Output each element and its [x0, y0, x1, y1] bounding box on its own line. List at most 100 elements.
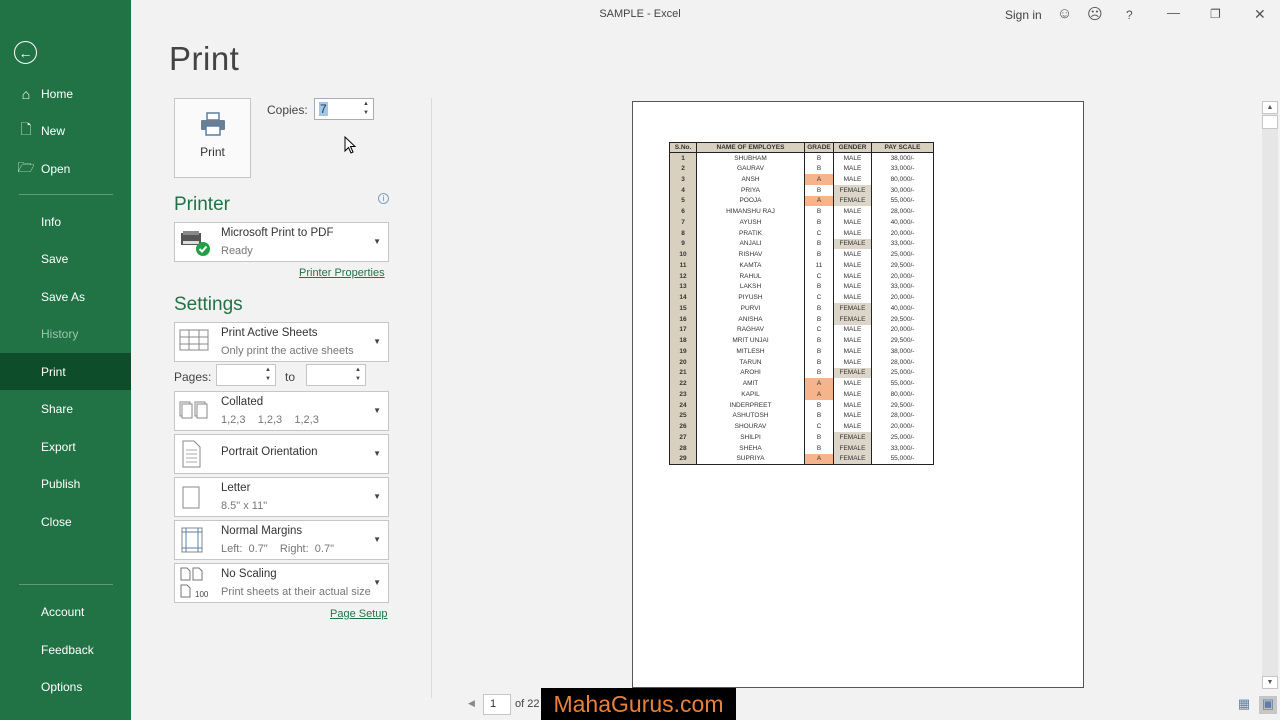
pay-cell: 33,000/-: [871, 442, 934, 454]
gender-cell: FEMALE: [833, 367, 872, 379]
sidebar-item-open[interactable]: 🗁 Open: [0, 150, 131, 187]
current-page-input[interactable]: 1: [483, 694, 511, 715]
copies-input[interactable]: 7 ▲ ▼: [314, 98, 374, 120]
info-icon[interactable]: i: [378, 193, 389, 204]
sno-cell: 29: [669, 453, 697, 465]
scaling-title: No Scaling: [221, 568, 277, 580]
pages-to-input[interactable]: ▲ ▼: [306, 364, 366, 386]
gender-cell: MALE: [833, 292, 872, 303]
vertical-scrollbar[interactable]: ▲ ▼: [1262, 101, 1278, 689]
spin-up-icon[interactable]: ▲: [264, 367, 272, 374]
sidebar-item-save-as[interactable]: Save As: [0, 278, 131, 315]
zoom-to-page-icon[interactable]: ▣: [1259, 696, 1277, 714]
close-icon[interactable]: ✕: [1254, 6, 1266, 23]
scroll-thumb[interactable]: [1262, 115, 1278, 129]
minimize-icon[interactable]: —: [1167, 5, 1180, 20]
smiley-icon[interactable]: ☺: [1057, 5, 1072, 22]
sidebar-item-options[interactable]: Options: [0, 668, 131, 705]
sidebar-item-close[interactable]: Close: [0, 503, 131, 540]
sno-cell: 4: [669, 184, 697, 196]
name-cell: ANISHA: [696, 313, 805, 325]
gender-cell: MALE: [833, 389, 872, 400]
gender-cell: MALE: [833, 324, 872, 336]
pages-from-input[interactable]: ▲ ▼: [216, 364, 276, 386]
gender-cell: FEMALE: [833, 238, 872, 250]
spin-down-icon[interactable]: ▼: [354, 376, 362, 383]
gender-cell: MALE: [833, 163, 872, 174]
printer-dropdown[interactable]: Microsoft Print to PDF Ready ▼: [174, 222, 389, 262]
restore-icon[interactable]: ❐: [1210, 7, 1221, 21]
collate-dropdown[interactable]: Collated 1,2,3 1,2,3 1,2,3 ▼: [174, 391, 389, 431]
scroll-down-icon[interactable]: ▼: [1262, 676, 1278, 689]
print-button[interactable]: Print: [174, 98, 251, 178]
margins-dropdown[interactable]: Normal Margins Left: 0.7" Right: 0.7" ▼: [174, 520, 389, 560]
pay-cell: 20,000/-: [871, 421, 934, 432]
sidebar-item-feedback[interactable]: Feedback: [0, 631, 131, 668]
name-cell: KAPIL: [696, 389, 805, 400]
chevron-down-icon: ▼: [373, 237, 381, 246]
sno-cell: 1: [669, 152, 697, 164]
column-header: PAY SCALE: [871, 142, 934, 153]
table-row: 29 SUPRIYA A FEMALE 55,000/-: [669, 453, 934, 465]
pay-cell: 38,000/-: [871, 346, 934, 357]
print-scope-dropdown[interactable]: Print Active Sheets Only print the activ…: [174, 322, 389, 362]
spin-down-icon[interactable]: ▼: [264, 376, 272, 383]
previous-page-icon[interactable]: ◀: [468, 698, 475, 709]
table-row: 17 RAGHAV C MALE 20,000/-: [669, 324, 934, 336]
table-row: 12 RAHUL C MALE 20,000/-: [669, 270, 934, 282]
gender-cell: FEMALE: [833, 303, 872, 314]
pay-cell: 30,000/-: [871, 184, 934, 196]
sidebar-item-share[interactable]: Share: [0, 390, 131, 427]
frown-icon[interactable]: ☹: [1087, 5, 1103, 23]
spin-up-icon[interactable]: ▲: [362, 101, 370, 108]
gender-cell: MALE: [833, 206, 872, 217]
table-row: 18 MRIT UNJAI B MALE 29,500/-: [669, 335, 934, 346]
help-icon[interactable]: ?: [1126, 8, 1133, 22]
watermark-banner: MahaGurus.com: [541, 688, 736, 720]
printer-icon: [200, 112, 225, 136]
grade-cell: A: [804, 378, 834, 389]
sidebar-item-print[interactable]: Print: [0, 353, 131, 390]
spin-down-icon[interactable]: ▼: [362, 110, 370, 117]
sno-cell: 19: [669, 346, 697, 357]
table-row: 19 MITLESH B MALE 38,000/-: [669, 346, 934, 357]
sno-cell: 12: [669, 270, 697, 282]
sidebar-item-publish[interactable]: Publish: [0, 465, 131, 502]
grade-cell: B: [804, 249, 834, 260]
gender-cell: FEMALE: [833, 313, 872, 325]
sidebar-item-new[interactable]: 🗋 New: [0, 112, 131, 149]
show-margins-icon[interactable]: ▦: [1235, 696, 1253, 714]
back-button[interactable]: ←: [14, 41, 37, 64]
pages-to-label: to: [285, 370, 296, 384]
name-cell: SUPRIYA: [696, 453, 805, 465]
sidebar-item-home[interactable]: ⌂ Home: [0, 75, 131, 112]
page-setup-link[interactable]: Page Setup: [330, 608, 388, 620]
sno-cell: 16: [669, 313, 697, 325]
scroll-up-icon[interactable]: ▲: [1262, 101, 1278, 114]
paper-size-sub: 8.5" x 11": [221, 500, 268, 512]
sidebar-item-label: Publish: [41, 476, 81, 491]
sidebar-item-info[interactable]: Info: [0, 203, 131, 240]
sidebar-item-export[interactable]: Export: [0, 428, 131, 465]
print-button-label: Print: [200, 145, 225, 159]
open-folder-icon: 🗁: [17, 158, 35, 175]
sidebar-item-save[interactable]: Save: [0, 240, 131, 277]
sidebar-item-label: Options: [41, 679, 83, 694]
paper-size-dropdown[interactable]: Letter 8.5" x 11" ▼: [174, 477, 389, 517]
pay-cell: 29,500/-: [871, 399, 934, 411]
scaling-sub: Print sheets at their actual size: [221, 586, 371, 598]
gender-cell: MALE: [833, 378, 872, 389]
name-cell: RAGHAV: [696, 324, 805, 336]
printer-properties-link[interactable]: Printer Properties: [299, 267, 385, 279]
page-title: Print: [169, 40, 240, 77]
orientation-dropdown[interactable]: Portrait Orientation ▼: [174, 434, 389, 474]
printer-ready-icon: [181, 231, 210, 256]
sidebar-item-account[interactable]: Account: [0, 593, 131, 630]
sno-cell: 18: [669, 335, 697, 346]
sign-in-link[interactable]: Sign in: [1005, 8, 1042, 22]
scaling-dropdown[interactable]: 100 No Scaling Print sheets at their act…: [174, 563, 389, 603]
gender-cell: MALE: [833, 152, 872, 164]
name-cell: SHEHA: [696, 442, 805, 454]
spin-up-icon[interactable]: ▲: [354, 367, 362, 374]
table-row: 24 INDERPREET B MALE 29,500/-: [669, 399, 934, 411]
